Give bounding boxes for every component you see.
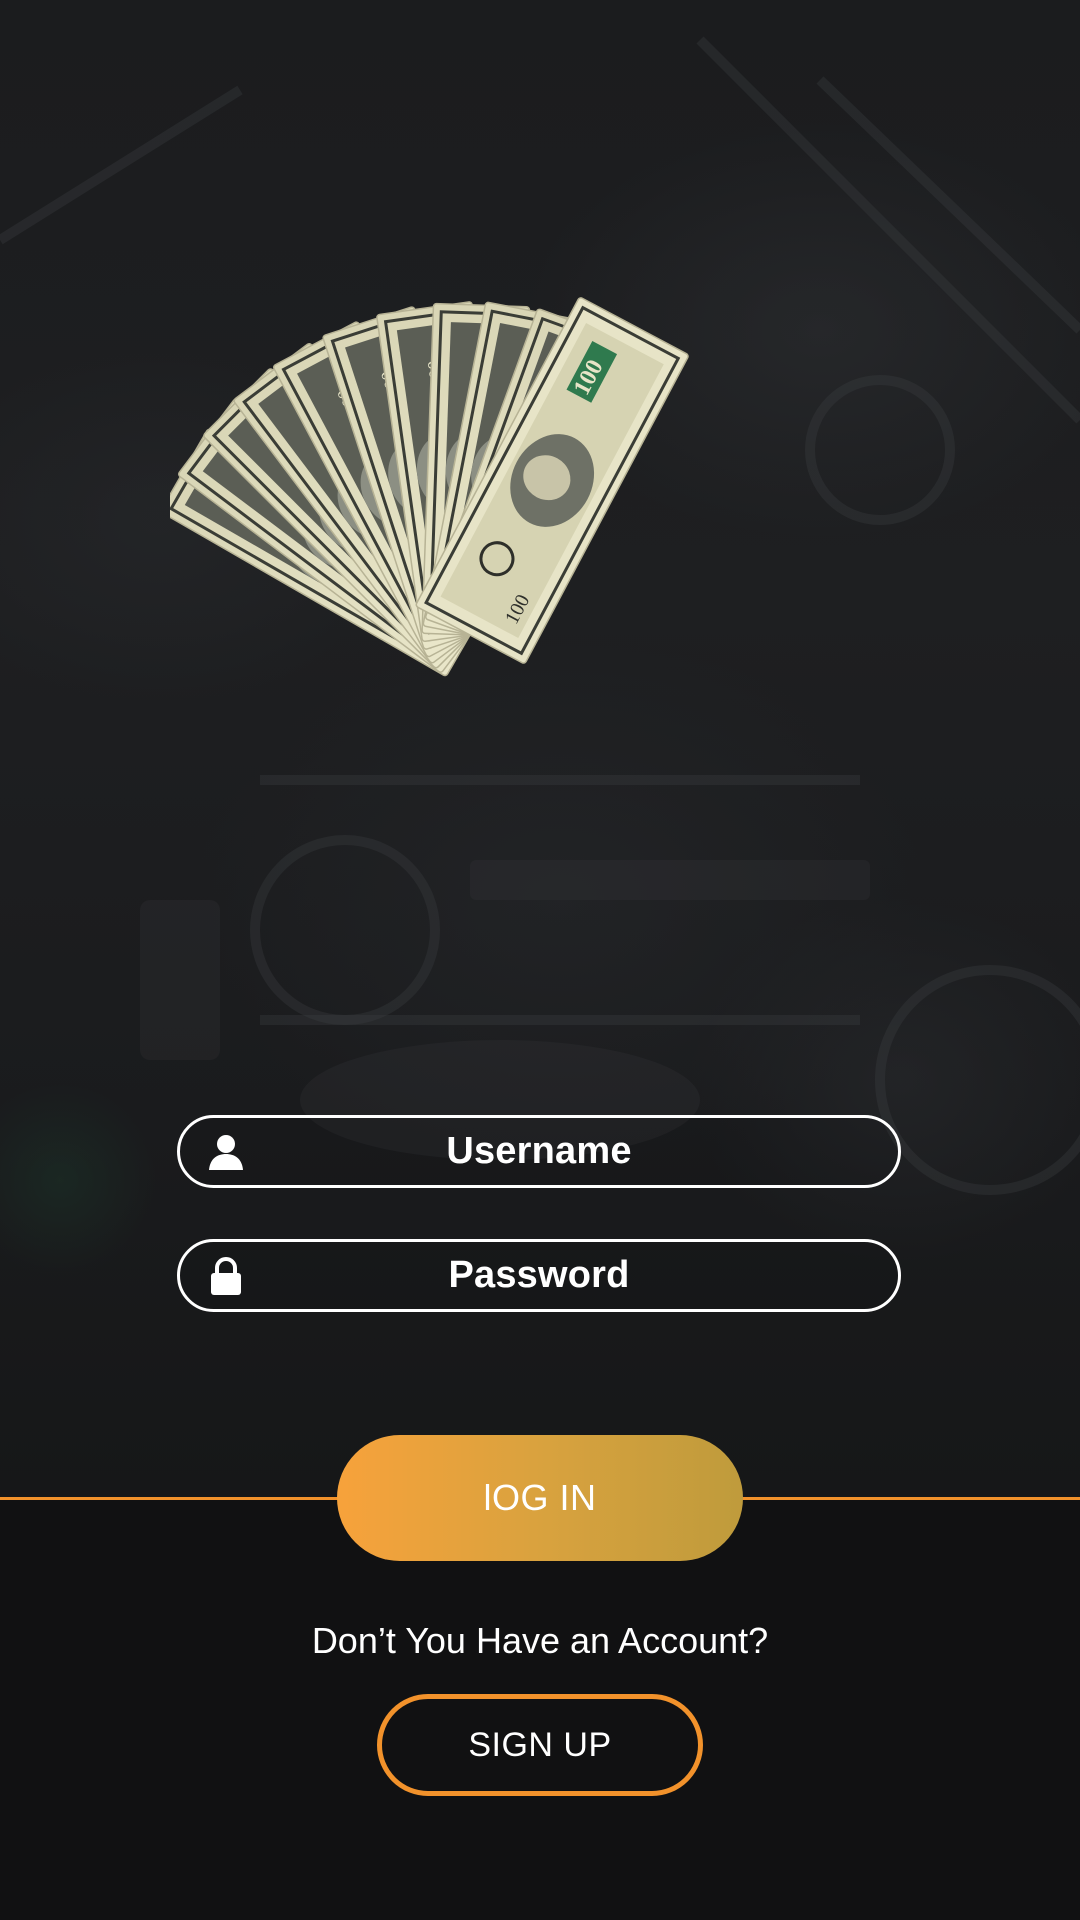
login-button[interactable]: lOG IN [337,1435,743,1561]
password-placeholder: Password [448,1254,630,1296]
username-input[interactable]: Username [177,1115,901,1188]
signup-prompt-text: Don’t You Have an Account? [311,1620,769,1661]
username-placeholder: Username [446,1130,632,1172]
login-screen: 100 100 100 100 Username Password lOG IN… [0,0,1080,1920]
signup-button[interactable]: SIGN UP [377,1694,703,1796]
password-input[interactable]: Password [177,1239,901,1312]
money-fan-image: 100 100 100 100 [170,297,689,679]
